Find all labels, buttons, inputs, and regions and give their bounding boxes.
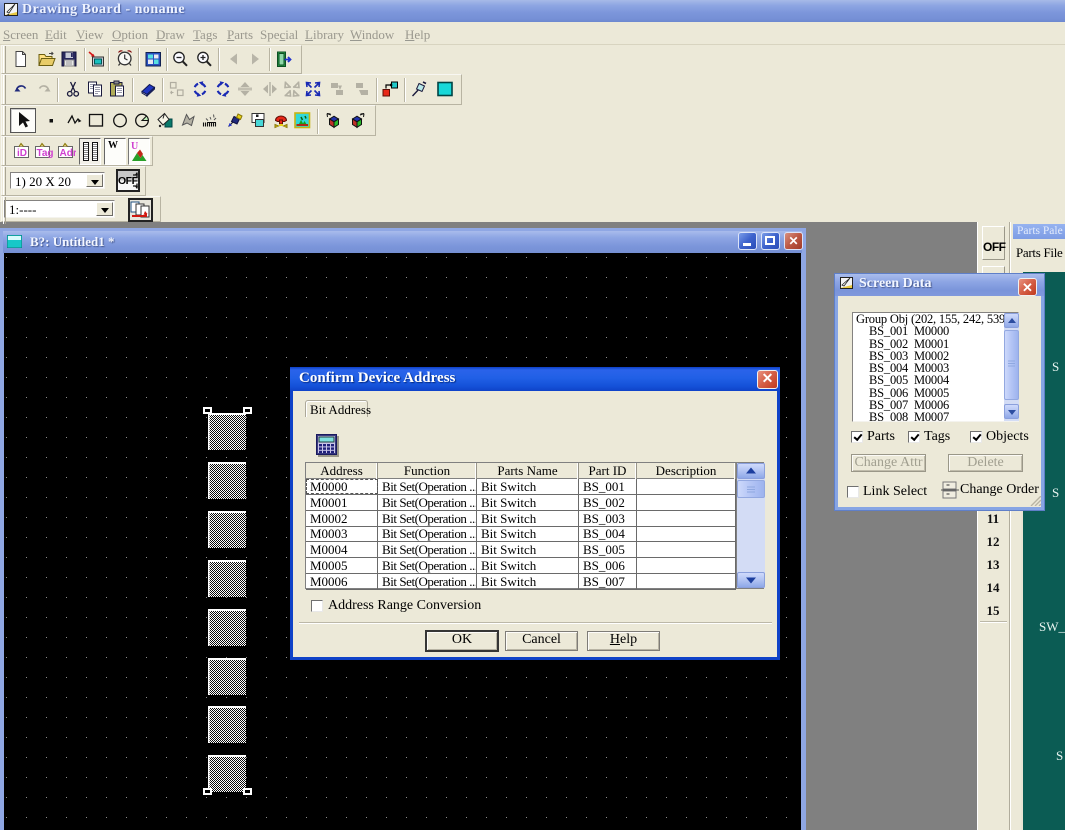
- svg-text:Tag: Tag: [37, 148, 54, 159]
- svg-text:iD: iD: [17, 148, 27, 159]
- svg-text:U: U: [131, 141, 138, 152]
- svg-text:Adr: Adr: [60, 148, 77, 159]
